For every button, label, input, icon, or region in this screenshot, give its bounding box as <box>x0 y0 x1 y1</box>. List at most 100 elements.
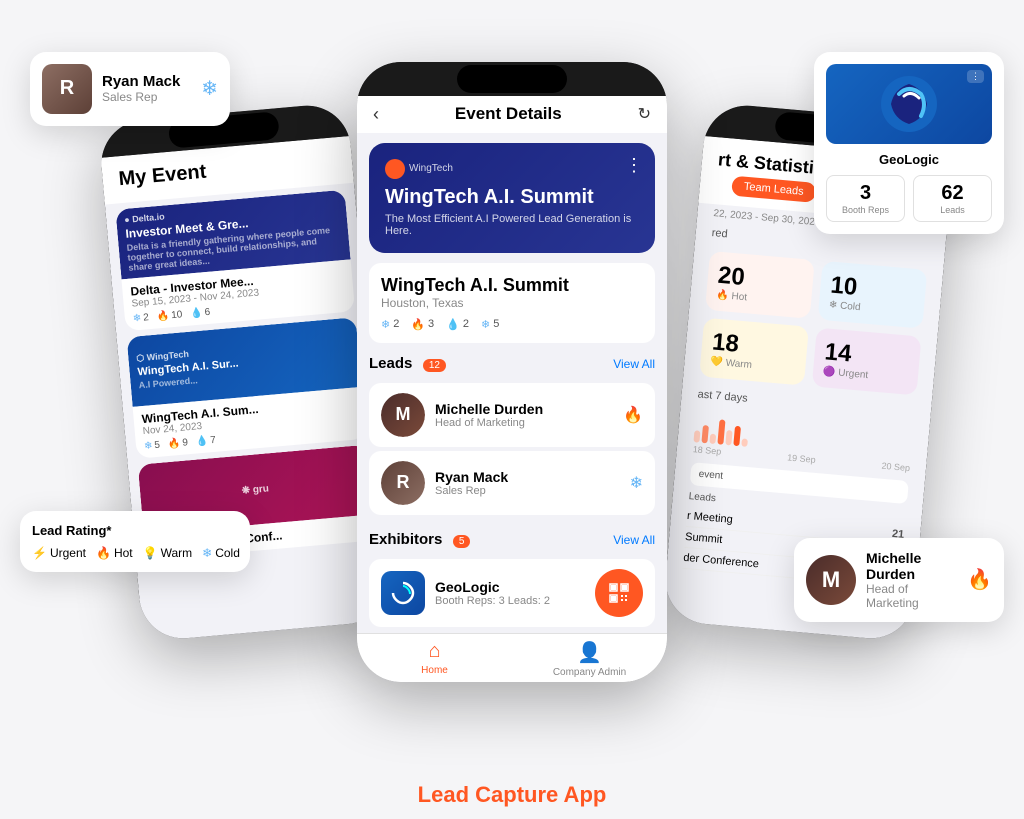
event-brand: WingTech <box>385 159 639 179</box>
lead-info: Ryan Mack Sales Rep <box>435 469 620 497</box>
card-lead-rating: Lead Rating* ⚡ Urgent 🔥 Hot 💡 Warm ❄ Col… <box>20 511 250 572</box>
leads-section-header: Leads 12 View All <box>357 343 667 379</box>
stat-hot: 20 🔥 Hot <box>705 250 815 318</box>
tab-admin-label: Company Admin <box>553 667 626 678</box>
michelle-float-avatar: M <box>806 555 856 605</box>
geologic-card-name: GeoLogic <box>826 152 992 167</box>
event-item[interactable]: ⬡ WingTech WingTech A.I. Sur... A.I Powe… <box>127 317 367 459</box>
geologic-logo <box>381 571 425 615</box>
leads-count-badge: 12 <box>423 359 446 372</box>
card-michelle-durden: M Michelle Durden Head of Marketing 🔥 <box>794 538 1004 622</box>
stat-warm: 18 💛 Warm <box>699 317 809 385</box>
geo-booth-reps: 3 Booth Reps <box>826 175 905 222</box>
michelle-avatar-img: M <box>381 393 425 437</box>
event-location: Houston, Texas <box>381 296 643 310</box>
ryan-float-title: Sales Rep <box>102 90 180 104</box>
exhibitor-detail: Booth Reps: 3 Leads: 2 <box>435 595 585 607</box>
exhibitors-section-header: Exhibitors 5 View All <box>357 519 667 555</box>
rating-urgent-label: Urgent <box>50 546 86 560</box>
qr-scan-button[interactable] <box>595 569 643 617</box>
lead-title: Sales Rep <box>435 485 620 497</box>
event-name: WingTech A.I. Summit <box>381 275 643 296</box>
geologic-menu[interactable]: ⋮ <box>967 70 984 83</box>
ryan-float-avatar: R <box>42 64 92 114</box>
lead-name: Michelle Durden <box>435 401 613 417</box>
michelle-float-info: Michelle Durden Head of Marketing <box>866 550 957 610</box>
refresh-button[interactable]: ↻ <box>638 104 651 124</box>
stat-item: 💧 2 <box>446 318 469 331</box>
banner-menu-icon[interactable]: ⋮ <box>625 155 643 176</box>
page-title: Event Details <box>455 104 562 124</box>
event-org3: ❋ gru <box>241 482 269 495</box>
card-ryan-mack: R Ryan Mack Sales Rep ❄ <box>30 52 230 126</box>
exhibitor-info: GeoLogic Booth Reps: 3 Leads: 2 <box>435 579 585 607</box>
center-phone: ‹ Event Details ↻ WingTech WingTech A.I.… <box>357 62 667 682</box>
back-button[interactable]: ‹ <box>373 104 379 125</box>
rating-warm-label: Warm <box>161 546 193 560</box>
exhibitor-card-geologic[interactable]: GeoLogic Booth Reps: 3 Leads: 2 <box>369 559 655 627</box>
rating-urgent: ⚡ Urgent <box>32 546 86 560</box>
geo-leads-value: 62 <box>920 182 985 205</box>
stat-item: 🔥 3 <box>411 318 434 331</box>
lead-name: Ryan Mack <box>435 469 620 485</box>
rating-cold: ❄ Cold <box>202 546 240 560</box>
lead-card-michelle[interactable]: M Michelle Durden Head of Marketing 🔥 <box>369 383 655 447</box>
geologic-float-logo: ⋮ <box>826 64 992 144</box>
ryan-avatar-img: R <box>381 461 425 505</box>
exhibitors-section-title: Exhibitors 5 <box>369 531 470 549</box>
event-item[interactable]: ● Delta.io Investor Meet & Gre... Delta … <box>115 189 355 331</box>
rating-hot: 🔥 Hot <box>96 546 133 560</box>
michelle-float-icon: 🔥 <box>967 567 992 592</box>
geo-booth-label: Booth Reps <box>833 205 898 215</box>
banner-subtitle: The Most Efficient A.I Powered Lead Gene… <box>385 213 639 237</box>
card-geologic: ⋮ GeoLogic 3 Booth Reps 62 Leads <box>814 52 1004 234</box>
geo-leads: 62 Leads <box>913 175 992 222</box>
ryan-float-info: Ryan Mack Sales Rep <box>102 73 180 104</box>
lead-card-ryan[interactable]: R Ryan Mack Sales Rep ❄ <box>369 451 655 515</box>
banner-title: WingTech A.I. Summit <box>385 185 639 209</box>
michelle-avatar: M <box>381 393 425 437</box>
lead-info: Michelle Durden Head of Marketing <box>435 401 613 429</box>
stat-urgent: 14 🟣 Urgent <box>812 327 922 395</box>
lead-rating-icon: ❄ <box>630 473 643 493</box>
rating-cold-label: Cold <box>215 546 240 560</box>
lead-rating-title: Lead Rating* <box>32 523 238 538</box>
ryan-float-icon: ❄ <box>201 76 218 101</box>
app-scene: My Event ● Delta.io Investor Meet & Gre.… <box>0 12 1024 772</box>
app-bar: ‹ Event Details ↻ <box>357 96 667 133</box>
tab-home-label: Home <box>421 665 448 676</box>
event-banner: WingTech WingTech A.I. Summit The Most E… <box>369 143 655 253</box>
app-title: Lead Capture App <box>418 772 607 808</box>
lead-title: Head of Marketing <box>435 417 613 429</box>
exhibitors-view-all[interactable]: View All <box>613 533 655 547</box>
event-info: WingTech A.I. Summit Houston, Texas ❄ 2 … <box>369 263 655 343</box>
tab-bar: ⌂ Home 👤 Company Admin <box>357 633 667 682</box>
stat-item: ❄ 5 <box>481 318 499 331</box>
event-org: ● Delta.io <box>124 211 165 224</box>
stats-grid: 20 🔥 Hot 10 ❄ Cold 18 💛 Warm 14 🟣 Urgent <box>683 241 944 404</box>
stat-item: ❄ 2 <box>381 318 399 331</box>
leads-view-all[interactable]: View All <box>613 357 655 371</box>
lead-rating-icon: 🔥 <box>623 405 643 425</box>
lead-row-name: der Conference <box>683 551 760 570</box>
exhibitors-count-badge: 5 <box>453 535 471 548</box>
team-leads-btn[interactable]: Team Leads <box>731 175 816 202</box>
rating-warm: 💡 Warm <box>143 546 193 560</box>
geo-booth-value: 3 <box>833 182 898 205</box>
michelle-float-title: Head of Marketing <box>866 582 957 610</box>
stat-cold: 10 ❄ Cold <box>818 260 928 328</box>
lead-row-name: r Meeting <box>686 509 733 525</box>
ryan-avatar: R <box>381 461 425 505</box>
rating-hot-label: Hot <box>114 546 133 560</box>
leads-section-title: Leads 12 <box>369 355 446 373</box>
michelle-float-name: Michelle Durden <box>866 550 957 582</box>
ryan-float-name: Ryan Mack <box>102 73 180 90</box>
tab-home[interactable]: ⌂ Home <box>357 640 512 678</box>
geo-leads-label: Leads <box>920 205 985 215</box>
tab-company-admin[interactable]: 👤 Company Admin <box>512 640 667 678</box>
lead-stats: ❄ 2 🔥 3 💧 2 ❄ 5 <box>381 318 643 331</box>
exhibitor-name: GeoLogic <box>435 579 585 595</box>
lead-rating-options: ⚡ Urgent 🔥 Hot 💡 Warm ❄ Cold <box>32 546 238 560</box>
geologic-card-stats: 3 Booth Reps 62 Leads <box>826 175 992 222</box>
lead-row-name: Summit <box>685 530 723 545</box>
